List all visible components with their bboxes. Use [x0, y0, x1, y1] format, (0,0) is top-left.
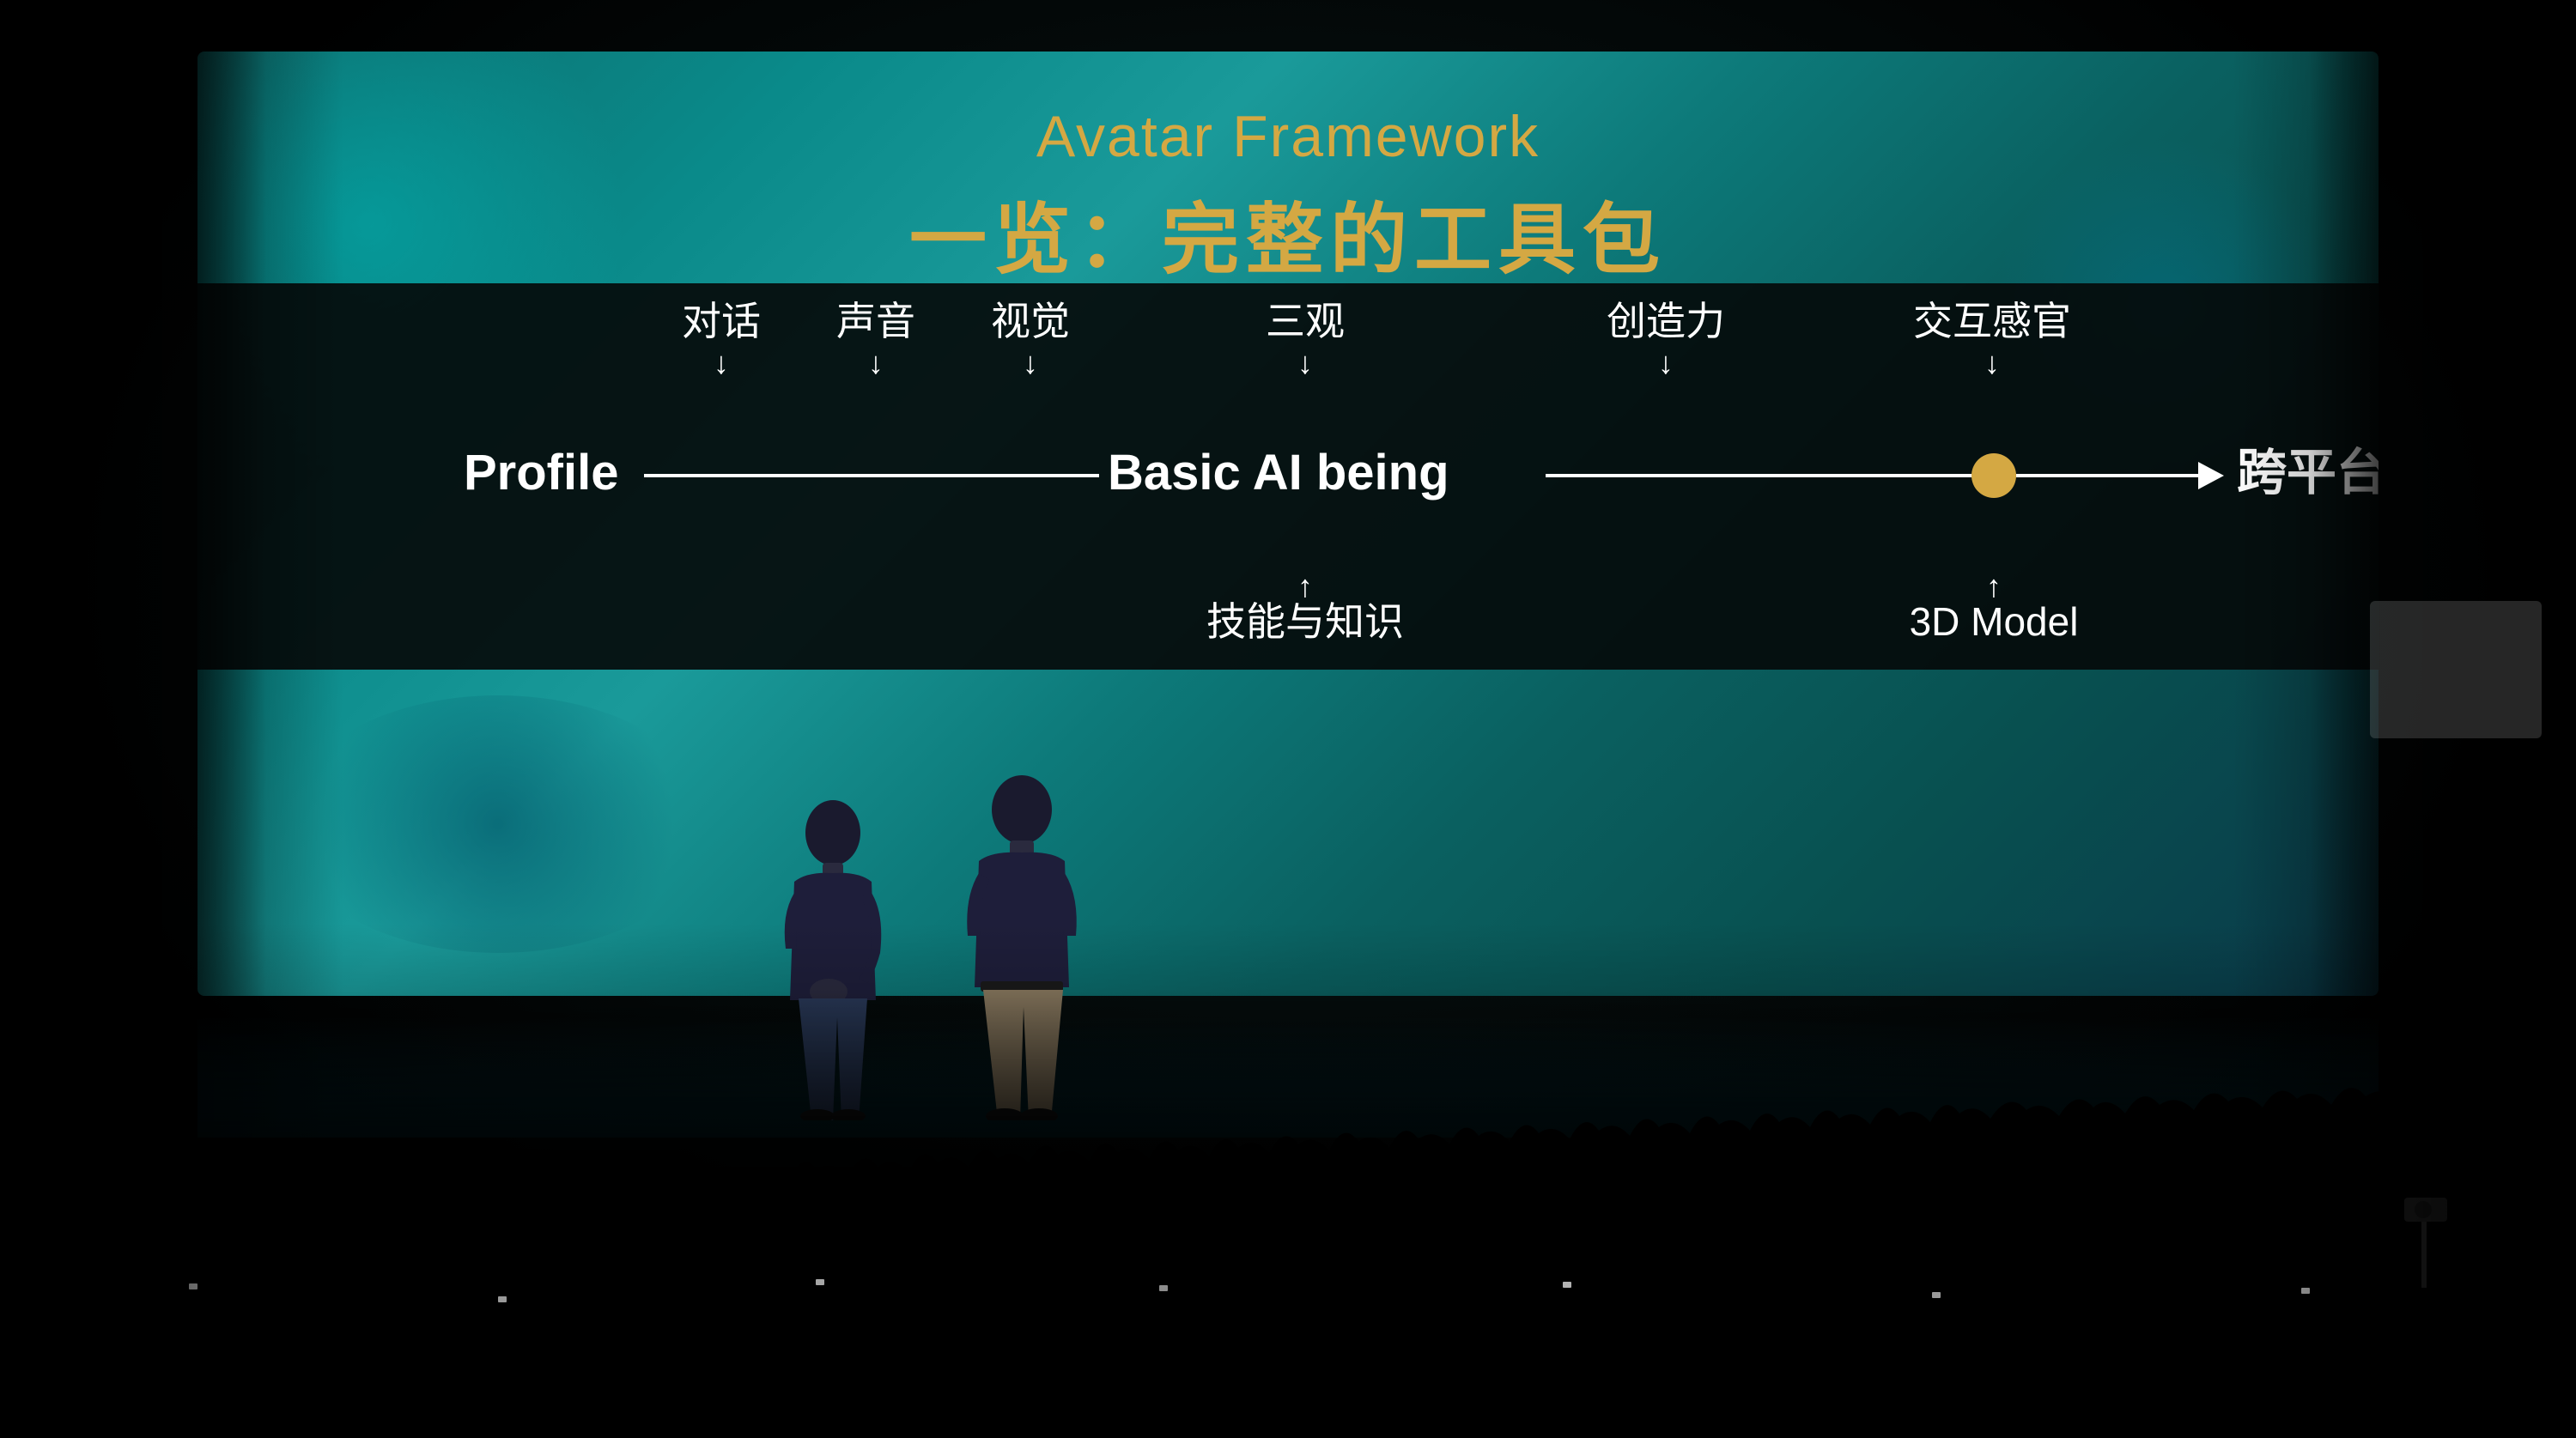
arrow-3dmodel-up: ↑ [1986, 568, 2002, 604]
slide-title-chinese: 一览：完整的工具包 [197, 177, 2379, 288]
arrow-jineng-up: ↑ [1297, 568, 1313, 604]
arrow-duihua: ↓ [714, 345, 729, 380]
audience-silhouette [0, 992, 2576, 1438]
arrow-sanguan: ↓ [1297, 345, 1313, 380]
slide-title-english: Avatar Framework [197, 103, 2379, 170]
arrow-jiaohu: ↓ [1984, 345, 2000, 380]
arrow-chuangzaoli: ↓ [1658, 345, 1674, 380]
label-sanguan: 三观 [1266, 299, 1345, 343]
arrow-shijue: ↓ [1023, 345, 1038, 380]
presentation-screen: Avatar Framework 一览：完整的工具包 对话 ↓ 声音 ↓ 视觉 … [197, 52, 2379, 996]
arrow-shengyin: ↓ [868, 345, 884, 380]
bg-blob-3 [283, 695, 713, 953]
side-panel-hint [2370, 601, 2542, 738]
label-duihua: 对话 [682, 299, 761, 343]
label-shengyin: 声音 [836, 299, 915, 343]
label-jiaohu: 交互感官 [1913, 299, 2071, 343]
node-basic-ai: Basic AI being [1108, 445, 1449, 501]
label-3dmodel: 3D Model [1910, 599, 2079, 644]
label-shijue: 视觉 [991, 299, 1070, 343]
arrow-right [2198, 462, 2224, 489]
node-profile: Profile [464, 445, 619, 501]
label-chuangzaoli: 创造力 [1607, 299, 1725, 343]
diagram-svg: 对话 ↓ 声音 ↓ 视觉 ↓ 三观 ↓ 创造力 ↓ 交互感官 ↓ Profile… [395, 283, 2379, 670]
highlight-dot [1971, 453, 2016, 498]
vignette-left [0, 0, 343, 1438]
slide-title-area: Avatar Framework 一览：完整的工具包 [197, 103, 2379, 288]
label-jineng: 技能与知识 [1206, 599, 1404, 644]
